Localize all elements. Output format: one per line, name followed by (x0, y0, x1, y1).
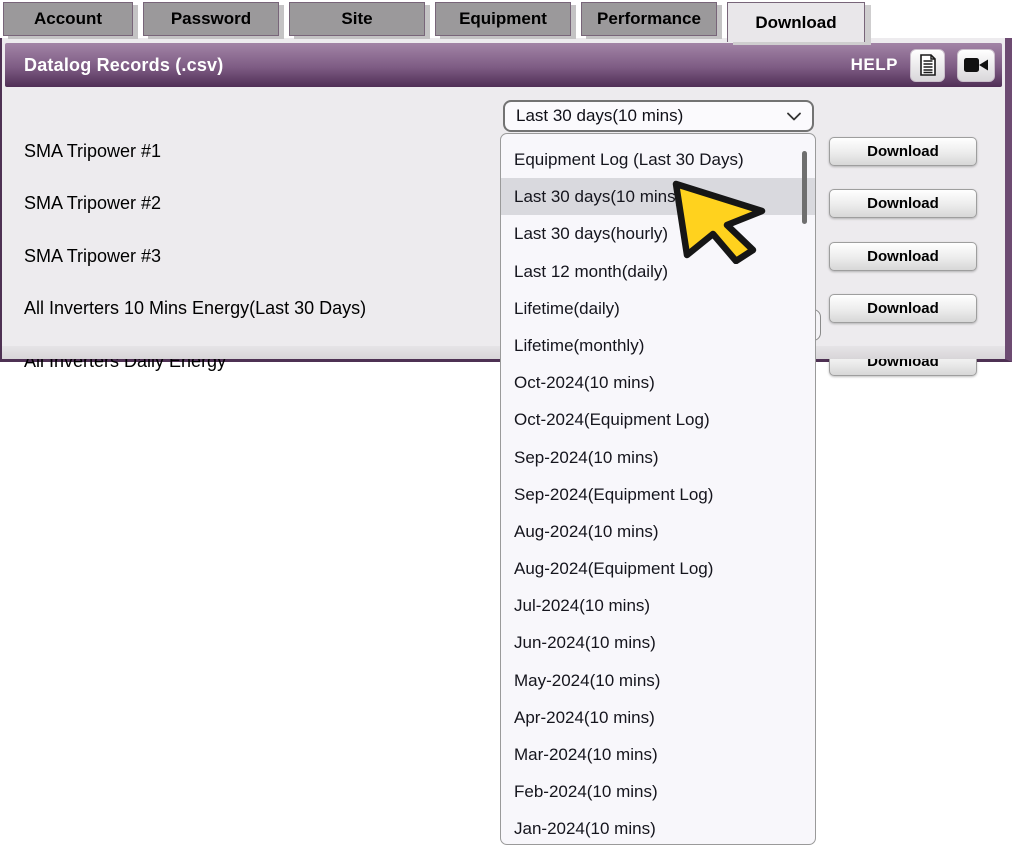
download-button[interactable]: Download (829, 294, 977, 323)
dropdown-option[interactable]: Lifetime(monthly) (501, 327, 815, 364)
dropdown-option[interactable]: Apr-2024(10 mins) (501, 699, 815, 736)
row-label: SMA Tripower #2 (24, 193, 161, 214)
dropdown-option[interactable]: Aug-2024(Equipment Log) (501, 550, 815, 587)
chevron-down-icon (787, 112, 801, 121)
dropdown-option[interactable]: Aug-2024(10 mins) (501, 513, 815, 550)
tab-password[interactable]: Password (143, 2, 279, 36)
page-title: Datalog Records (.csv) (5, 55, 223, 76)
period-select[interactable]: Last 30 days(10 mins) (503, 100, 814, 132)
dropdown-option[interactable]: Jul-2024(10 mins) (501, 587, 815, 624)
tab-equipment[interactable]: Equipment (435, 2, 571, 36)
dropdown-option[interactable]: Last 30 days(hourly) (501, 215, 815, 252)
tab-download[interactable]: Download (727, 2, 865, 42)
period-select-value: Last 30 days(10 mins) (505, 106, 787, 126)
download-button[interactable]: Download (829, 242, 977, 271)
dropdown-option[interactable]: Sep-2024(Equipment Log) (501, 476, 815, 513)
period-dropdown: Equipment Log (Last 30 Days) Last 30 day… (500, 133, 816, 845)
download-page: Account Password Site Equipment Performa… (0, 0, 1012, 850)
row-label: All Inverters 10 Mins Energy(Last 30 Day… (24, 298, 366, 319)
dropdown-option[interactable]: Oct-2024(10 mins) (501, 364, 815, 401)
dropdown-option[interactable]: Feb-2024(10 mins) (501, 773, 815, 810)
tab-performance[interactable]: Performance (581, 2, 717, 36)
dropdown-option[interactable]: May-2024(10 mins) (501, 662, 815, 699)
dropdown-option[interactable]: Mar-2024(10 mins) (501, 736, 815, 773)
dropdown-option-highlighted[interactable]: Last 30 days(10 mins) (501, 178, 815, 215)
download-button[interactable]: Download (829, 189, 977, 218)
panel-header: Datalog Records (.csv) HELP (5, 43, 1002, 87)
dropdown-option[interactable]: Oct-2024(Equipment Log) (501, 401, 815, 438)
row-label: SMA Tripower #3 (24, 246, 161, 267)
dropdown-option[interactable]: Sep-2024(10 mins) (501, 439, 815, 476)
dropdown-option[interactable]: Jun-2024(10 mins) (501, 624, 815, 661)
dropdown-option[interactable]: Lifetime(daily) (501, 290, 815, 327)
download-button[interactable]: Download (829, 137, 977, 166)
dropdown-scrollbar[interactable] (802, 151, 807, 224)
row-label: SMA Tripower #1 (24, 141, 161, 162)
tab-bar: Account Password Site Equipment Performa… (3, 2, 865, 42)
help-link[interactable]: HELP (851, 55, 898, 75)
tab-account[interactable]: Account (3, 2, 133, 36)
document-icon[interactable] (910, 49, 945, 82)
tab-site[interactable]: Site (289, 2, 425, 36)
video-camera-icon[interactable] (957, 49, 995, 82)
dropdown-option[interactable]: Last 12 month(daily) (501, 253, 815, 290)
dropdown-option[interactable]: Jan-2024(10 mins) (501, 810, 815, 847)
dropdown-option[interactable]: Equipment Log (Last 30 Days) (501, 141, 815, 178)
